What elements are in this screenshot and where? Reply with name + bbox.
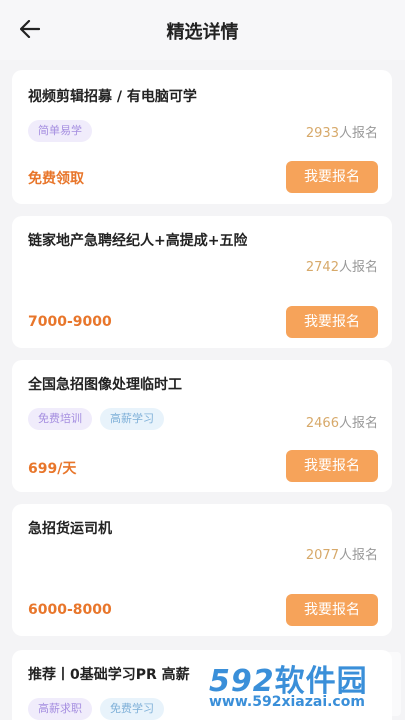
job-salary: 免费领取 — [28, 171, 84, 187]
signup-count-suffix: 人报名 — [338, 260, 378, 275]
signup-count-suffix: 人报名 — [338, 548, 378, 563]
signup-count: 2933人报名 — [306, 122, 378, 141]
signup-count-number: 2933 — [305, 126, 339, 141]
job-card[interactable]: 视频剪辑招募 / 有电脑可学 简单易学 2933人报名 免费领取 我要报名 — [12, 70, 392, 204]
signup-count: 2466人报名 — [306, 412, 378, 431]
header-bar: 精选详情 — [0, 0, 405, 60]
job-card[interactable]: 全国急招图像处理临时工 免费培训 高薪学习 2466人报名 699/天 我要报名 — [12, 360, 392, 492]
watermark-url: www.592xiazai.com — [209, 694, 365, 710]
job-tag: 免费培训 — [28, 408, 92, 430]
job-tag: 免费学习 — [100, 698, 164, 720]
job-card[interactable]: 急招货运司机 2077人报名 6000-8000 我要报名 — [12, 504, 392, 636]
signup-count-number: 2466 — [305, 416, 339, 431]
job-card[interactable]: 链家地产急聘经纪人+高提成+五险 2742人报名 7000-9000 我要报名 — [12, 216, 392, 348]
job-salary: 7000-9000 — [28, 314, 112, 330]
job-tags: 高薪求职 免费学习 — [28, 698, 164, 720]
signup-count: 2077人报名 — [306, 544, 378, 563]
job-tag: 简单易学 — [28, 120, 92, 142]
signup-count-suffix: 人报名 — [338, 126, 378, 141]
apply-button[interactable]: 我要报名 — [286, 306, 378, 338]
job-title: 推荐丨0基础学习PR 高薪 — [28, 667, 190, 683]
signup-count-number: 2077 — [305, 548, 339, 563]
signup-count: 2742人报名 — [306, 256, 378, 275]
signup-count-number: 2742 — [305, 260, 339, 275]
job-tags: 简单易学 — [28, 120, 92, 142]
job-title: 全国急招图像处理临时工 — [28, 377, 182, 393]
job-title: 视频剪辑招募 / 有电脑可学 — [28, 89, 197, 105]
job-salary: 699/天 — [28, 461, 77, 477]
signup-count-suffix: 人报名 — [338, 416, 378, 431]
job-title: 链家地产急聘经纪人+高提成+五险 — [28, 233, 248, 249]
job-tag: 高薪求职 — [28, 698, 92, 720]
apply-button[interactable]: 我要报名 — [286, 450, 378, 482]
job-tag: 高薪学习 — [100, 408, 164, 430]
apply-button[interactable]: 我要报名 — [286, 161, 378, 193]
job-salary: 6000-8000 — [28, 602, 112, 618]
apply-button[interactable]: 我要报名 — [286, 594, 378, 626]
job-tags: 免费培训 高薪学习 — [28, 408, 164, 430]
watermark: 592软件园 www.592xiazai.com — [201, 652, 401, 716]
page-title: 精选详情 — [166, 22, 239, 43]
job-title: 急招货运司机 — [28, 521, 112, 537]
